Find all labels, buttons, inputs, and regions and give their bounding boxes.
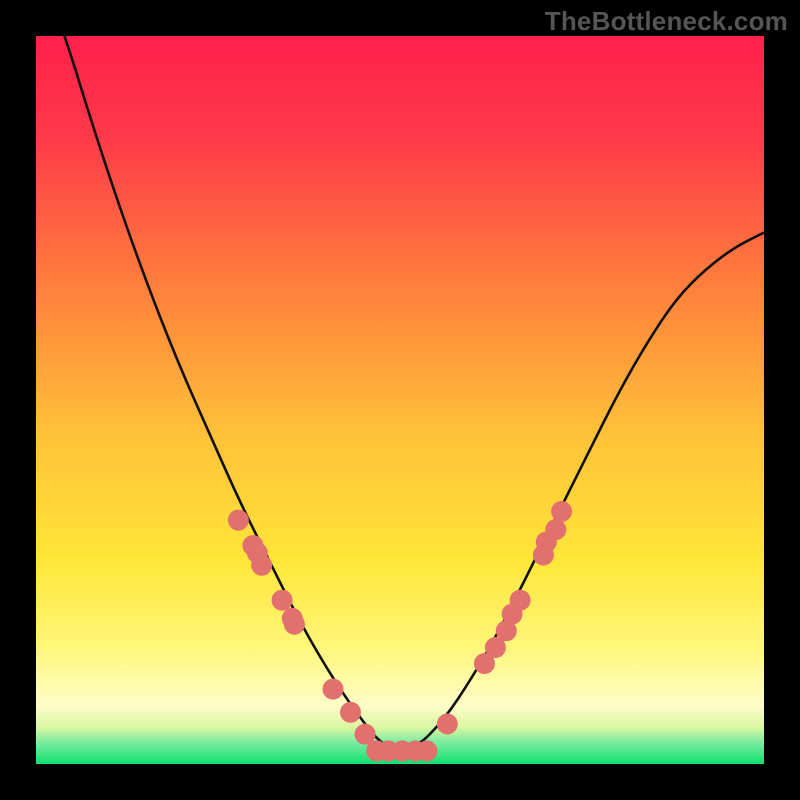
data-dot [284,614,305,635]
watermark-text: TheBottleneck.com [545,6,788,37]
data-dot [323,679,344,700]
chart-frame: TheBottleneck.com [0,0,800,800]
data-dot [545,519,566,540]
data-dot [251,555,272,576]
data-dot [510,590,531,611]
data-dot [272,590,293,611]
data-dot [551,501,572,522]
data-dot [340,702,361,723]
curve-dots [228,501,572,762]
curve-line [36,36,764,749]
data-dot [416,740,437,761]
data-dot [228,510,249,531]
data-dot [437,713,458,734]
chart-plot [36,36,764,764]
